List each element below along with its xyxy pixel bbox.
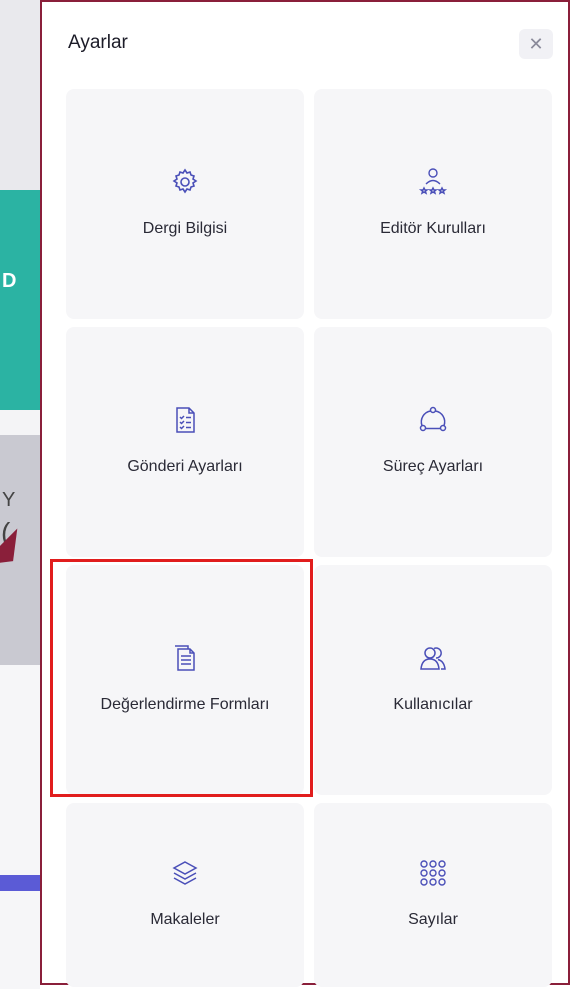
tile-editor-kurullari[interactable]: Editör Kurulları (314, 89, 552, 319)
panel-title: Ayarlar (68, 32, 128, 53)
tile-surec-ayarlari[interactable]: Süreç Ayarları (314, 327, 552, 557)
background-letter: D (2, 270, 17, 292)
background-blue-bar (0, 875, 40, 891)
tile-makaleler[interactable]: Makaleler (66, 803, 304, 987)
background-segment (0, 410, 40, 435)
tile-dergi-bilgisi[interactable]: Dergi Bilgisi (66, 89, 304, 319)
background-segment (0, 0, 40, 190)
gear-icon (172, 168, 198, 193)
tile-label: Süreç Ayarları (382, 457, 484, 475)
tile-label: Kullanıcılar (393, 695, 473, 713)
users-icon (420, 646, 446, 670)
background-app: D Y ( (0, 0, 40, 989)
background-segment (0, 891, 40, 989)
background-segment (0, 665, 40, 875)
documents-icon (175, 644, 195, 671)
checklist-document-icon (176, 406, 195, 433)
dots-grid-icon (420, 859, 446, 886)
layers-icon (172, 860, 198, 885)
close-button[interactable]: ✕ (519, 29, 553, 59)
tile-kullanicilar[interactable]: Kullanıcılar (314, 565, 552, 795)
tile-label: Makaleler (150, 910, 220, 928)
tile-label: Dergi Bilgisi (142, 219, 228, 237)
tile-sayilar[interactable]: Sayılar (314, 803, 552, 987)
tile-label: Sayılar (408, 910, 458, 928)
close-icon: ✕ (528, 33, 544, 54)
tile-label: Editör Kurulları (380, 219, 486, 237)
background-letter: Y (2, 489, 16, 511)
tile-label: Değerlendirme Formları (100, 695, 270, 713)
background-teal-banner: D (0, 190, 40, 410)
tile-gonderi-ayarlari[interactable]: Gönderi Ayarları (66, 327, 304, 557)
tile-label: Gönderi Ayarları (127, 457, 243, 475)
settings-panel: Ayarlar ✕ Dergi Bilgisi Editör Kurulları… (40, 0, 570, 987)
cycle-icon (419, 406, 447, 431)
tile-degerlendirme-formlari[interactable]: Değerlendirme Formları (66, 565, 304, 795)
person-stars-icon (418, 167, 448, 195)
